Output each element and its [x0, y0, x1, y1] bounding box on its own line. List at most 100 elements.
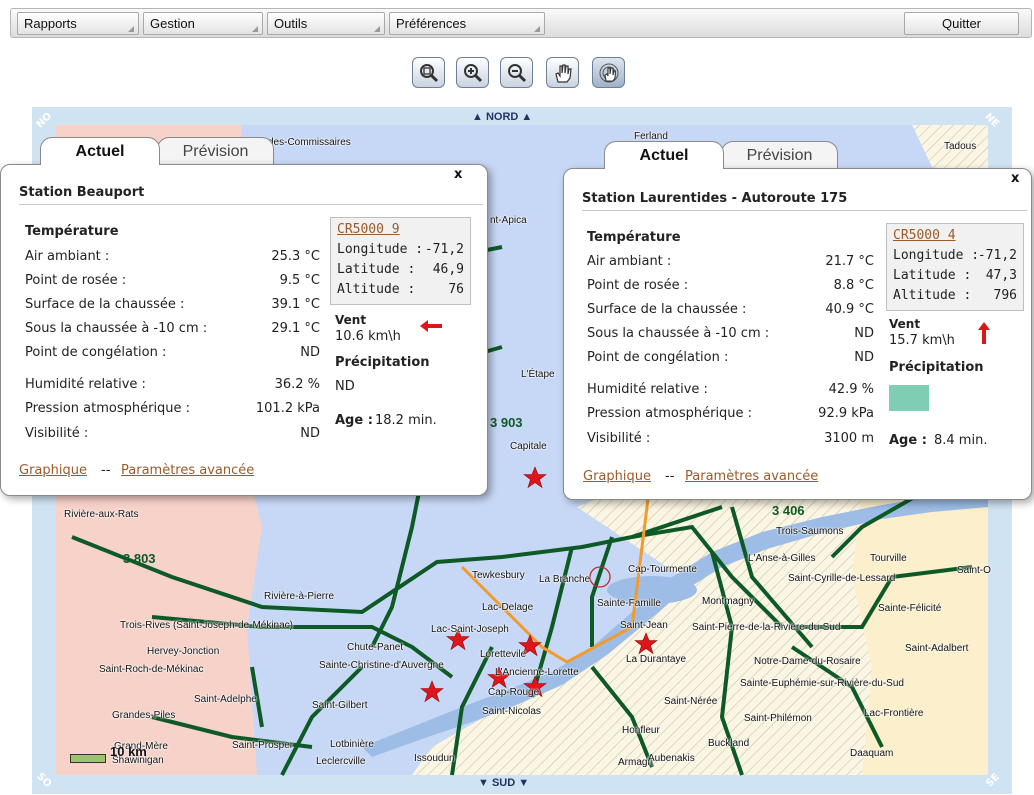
place-label: Cap-Tourmente	[628, 564, 697, 575]
altitude-row: Altitude : 76	[331, 280, 470, 300]
reading-label: Pression atmosphérique :	[587, 406, 753, 421]
precipitation-heading: Précipitation	[335, 355, 430, 370]
altitude-label: Altitude :	[893, 288, 972, 303]
reading-value: ND	[854, 326, 874, 341]
close-icon[interactable]: x	[1011, 171, 1019, 186]
place-label: Montmagny	[702, 596, 755, 607]
latitude-row: Latitude : 47,3	[887, 266, 1023, 286]
menu-preferences-label: Préférences	[396, 16, 467, 31]
close-icon[interactable]: x	[454, 167, 462, 182]
reading-value: ND	[854, 350, 874, 365]
pan-south-label: SUD	[491, 777, 516, 789]
latitude-value: 46,9	[432, 262, 464, 277]
place-label: Lac-Delage	[482, 602, 534, 613]
reading-value: 29.1 °C	[271, 321, 320, 336]
station-popup-laurentides: x Station Laurentides - Autoroute 175 Te…	[563, 168, 1032, 500]
pan-south-button[interactable]: ▼ SUD ▼	[478, 777, 529, 789]
place-label: L'Ancienne-Lorette	[495, 667, 579, 678]
zoom-in-icon	[464, 64, 483, 83]
region-code: 3 406	[772, 503, 805, 518]
precipitation-value: ND	[335, 379, 355, 394]
menu-outils-label: Outils	[274, 16, 308, 31]
longitude-value: -71,2	[977, 248, 1017, 263]
arrow-up-icon	[978, 322, 990, 344]
graph-link[interactable]: Graphique	[19, 463, 87, 478]
place-label: Notre-Dame-du-Rosaire	[754, 656, 861, 667]
reading-label: Air ambiant :	[587, 254, 672, 269]
latitude-label: Latitude :	[893, 268, 972, 283]
place-label: Saint-Roch-de-Mékinac	[99, 664, 204, 675]
station-popup-beauport: x Station Beauport Température Air ambia…	[0, 164, 488, 496]
place-label: Grandes-Piles	[112, 710, 176, 721]
longitude-label: Longitude :	[337, 242, 424, 257]
place-label: Buckland	[708, 738, 750, 749]
menu-caret-icon	[534, 26, 540, 32]
reading-value: 3100 m	[824, 431, 874, 446]
zoom-in-button[interactable]	[456, 57, 489, 88]
reading-label: Air ambiant :	[25, 249, 110, 264]
longitude-row: Longitude : -71,2	[331, 240, 470, 260]
identify-button[interactable]	[592, 57, 625, 88]
station-name: Station Beauport	[19, 185, 145, 200]
reading-value: ND	[300, 426, 320, 441]
reading-value: 8.8 °C	[833, 278, 874, 293]
latitude-value: 47,3	[985, 268, 1017, 283]
quit-button[interactable]: Quitter	[904, 12, 1019, 35]
altitude-value: 796	[993, 288, 1017, 303]
menu-bar: Rapports Gestion Outils Préférences Quit…	[10, 8, 1032, 38]
reading-value: 36.2 %	[274, 377, 320, 392]
station-id-link[interactable]: CR5000 4	[887, 226, 1023, 246]
title-divider	[19, 204, 483, 205]
link-separator: --	[665, 469, 675, 484]
tab-prevision-right[interactable]: Prévision	[721, 141, 838, 169]
advanced-params-link[interactable]: Paramètres avancée	[685, 469, 818, 484]
tab-actuel-right[interactable]: Actuel	[604, 141, 724, 169]
place-label: Lorettevile	[480, 649, 527, 660]
reading-value: 21.7 °C	[825, 254, 874, 269]
station-info-box: CR5000 9 Longitude : -71,2 Latitude : 46,9…	[330, 217, 471, 305]
zoom-out-button[interactable]	[500, 57, 533, 88]
scale-bar	[70, 754, 106, 763]
place-label: Lac-Saint-Joseph	[431, 624, 509, 635]
zoom-extent-icon	[420, 64, 439, 83]
menu-preferences[interactable]: Préférences	[389, 12, 545, 35]
place-label: Capitale	[510, 441, 547, 452]
place-label: Tourville	[870, 553, 907, 564]
pan-north-label: NORD	[485, 111, 519, 123]
reading-value: 39.1 °C	[271, 297, 320, 312]
advanced-params-link[interactable]: Paramètres avancée	[121, 463, 254, 478]
menu-rapports[interactable]: Rapports	[17, 12, 139, 35]
reading-label: Surface de la chaussée :	[587, 302, 747, 317]
pan-button[interactable]	[546, 57, 579, 88]
place-label: Saint-Philémon	[744, 713, 812, 724]
tab-actuel-left[interactable]: Actuel	[40, 137, 160, 165]
place-label: La Branche	[539, 574, 591, 585]
reading-label: Sous la chaussée à -10 cm :	[25, 321, 208, 336]
temperature-heading: Température	[25, 224, 119, 239]
altitude-value: 76	[448, 282, 464, 297]
wind-value: 15.7 km\h	[889, 333, 955, 348]
place-label: Cap-Rouge	[488, 687, 540, 698]
wind-value: 10.6 km\h	[335, 329, 401, 344]
station-id-link[interactable]: CR5000 9	[331, 220, 470, 240]
zoom-extent-button[interactable]	[412, 57, 445, 88]
precipitation-swatch	[889, 385, 929, 411]
place-label: Trois-Saumons	[776, 526, 844, 537]
reading-label: Humidité relative :	[25, 377, 146, 392]
menu-outils[interactable]: Outils	[267, 12, 385, 35]
place-label: Saint-O	[957, 565, 991, 576]
place-label: Tadous	[944, 141, 977, 152]
reading-label: Surface de la chaussée :	[25, 297, 185, 312]
place-label: Sainte-Christine-d'Auvergne	[319, 660, 444, 671]
menu-gestion[interactable]: Gestion	[143, 12, 263, 35]
tab-prevision-left[interactable]: Prévision	[157, 137, 274, 165]
graph-link[interactable]: Graphique	[583, 469, 651, 484]
pan-hand-icon	[555, 64, 572, 83]
place-label: Saint-Pierre-de-la-Rivière-du-Sud	[692, 622, 841, 633]
reading-label: Visibilité :	[587, 431, 651, 446]
pan-north-button[interactable]: ▲ NORD ▲	[472, 111, 532, 123]
age-label: Age :	[889, 433, 927, 448]
reading-value: 42.9 %	[828, 382, 874, 397]
place-label: Saint-Adelphe	[194, 694, 257, 705]
place-label: Leclercville	[316, 756, 366, 767]
